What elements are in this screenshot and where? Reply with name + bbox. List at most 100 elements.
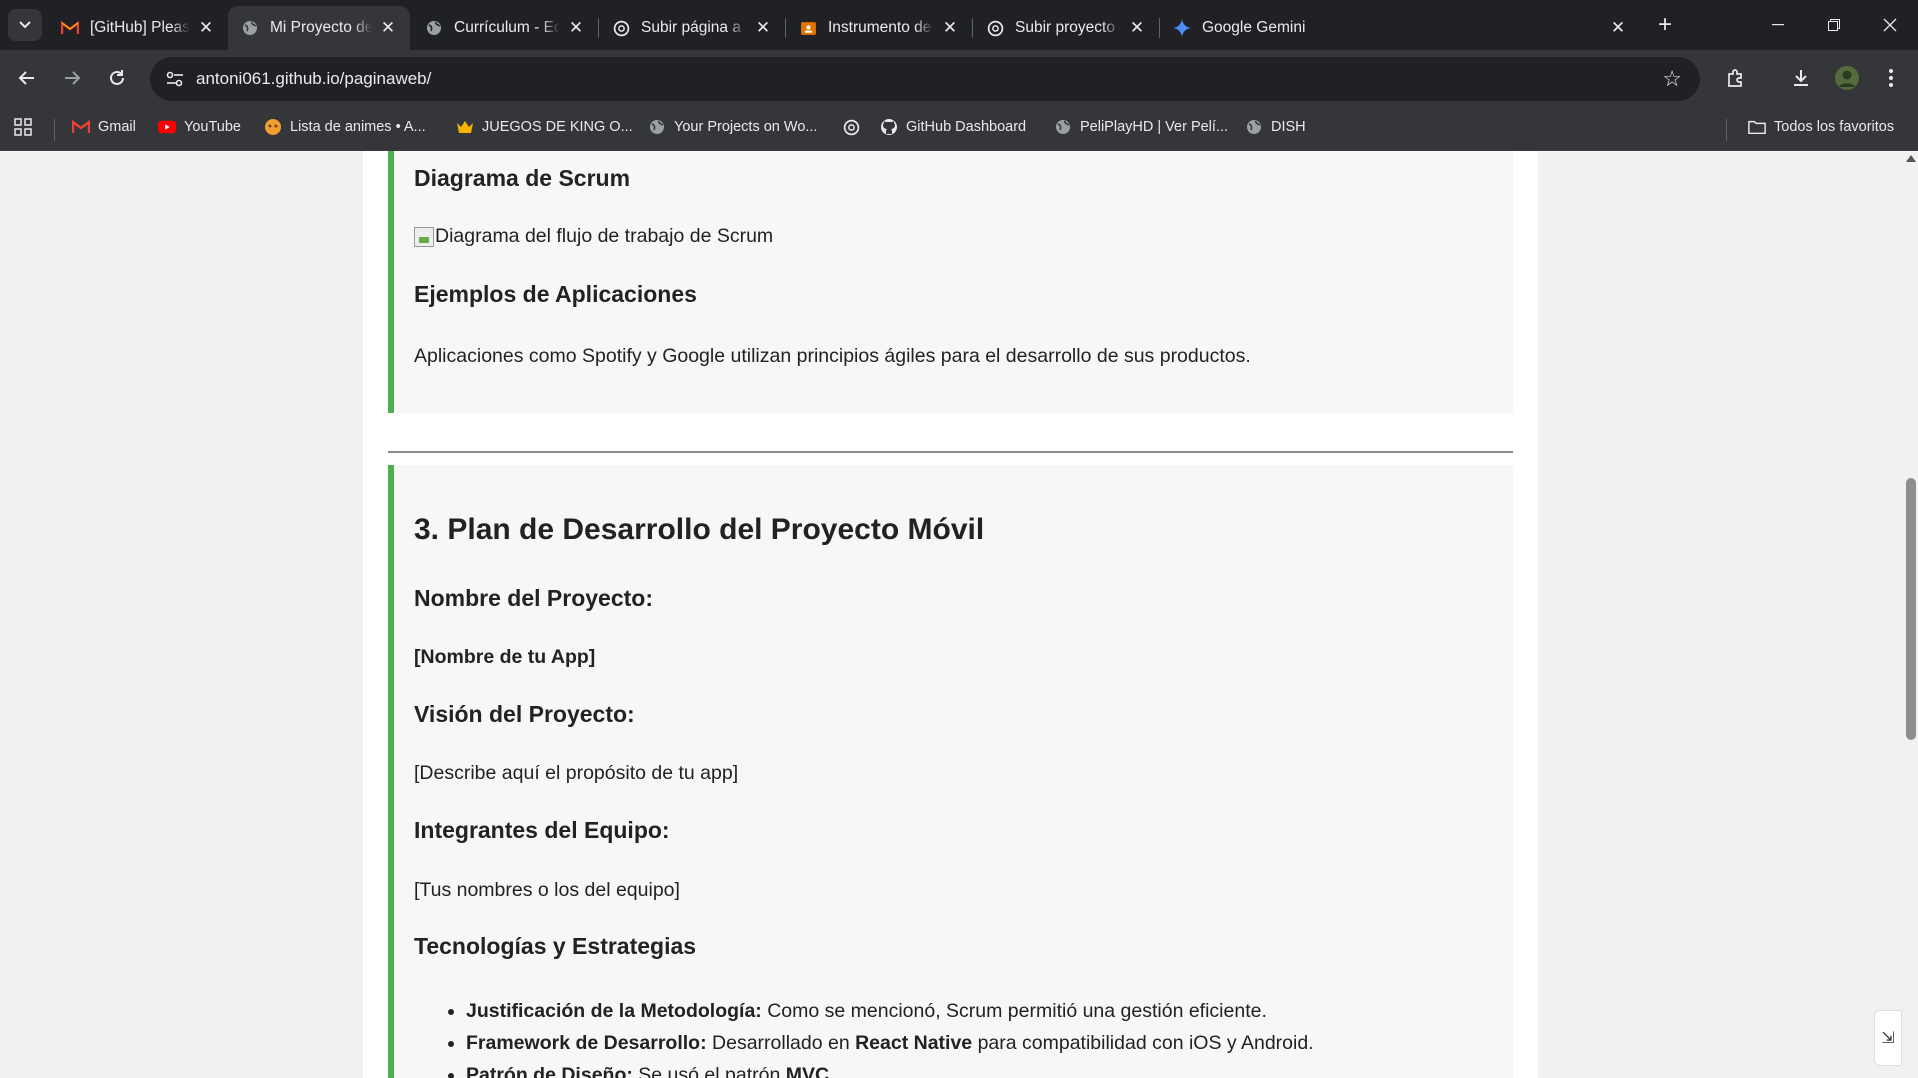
bookmark-animes[interactable]: Lista de animes • A... bbox=[264, 118, 426, 136]
vision-value: [Describe aquí el propósito de tu app] bbox=[414, 762, 739, 784]
tab-subir-pagina[interactable]: Subir página a GitHub ✕ bbox=[599, 6, 785, 50]
side-panel-toggle[interactable]: ⇲ bbox=[1874, 1010, 1902, 1066]
bookmark-label: DISH bbox=[1271, 119, 1306, 135]
tab-title: Instrumento de Evaluación bbox=[828, 19, 934, 36]
tech-list: Justificación de la Metodología: Como se… bbox=[444, 995, 1314, 1078]
list-item: Patrón de Diseño: Se usó el patrón MVC. bbox=[466, 1059, 1314, 1078]
tab-title: Subir proyecto a GitHub bbox=[1015, 19, 1121, 36]
bookmark-label: Your Projects on Wo... bbox=[674, 119, 818, 135]
forward-button[interactable] bbox=[54, 60, 90, 96]
scroll-up-arrow-icon[interactable] bbox=[1906, 155, 1916, 162]
bookmark-label: GitHub Dashboard bbox=[906, 119, 1027, 135]
project-name-heading: Nombre del Proyecto: bbox=[414, 585, 653, 611]
bookmark-projects[interactable]: Your Projects on Wo... bbox=[648, 118, 817, 136]
scrum-diagram-image: Diagrama del flujo de trabajo de Scrum bbox=[414, 225, 773, 248]
close-window-button[interactable] bbox=[1862, 0, 1918, 50]
tech-item-bold: React Native bbox=[855, 1032, 973, 1054]
scrollbar-thumb[interactable] bbox=[1906, 478, 1916, 740]
tab-strip: [GitHub] Please verify your device ✕ Mi … bbox=[0, 0, 1918, 50]
close-icon[interactable]: ✕ bbox=[1608, 18, 1628, 38]
close-icon[interactable]: ✕ bbox=[378, 18, 398, 38]
more-vertical-icon bbox=[1889, 69, 1893, 87]
tab-curriculum[interactable]: Currículum - Eduardo ✕ bbox=[412, 6, 598, 50]
tab-instrumento[interactable]: Instrumento de Evaluación ✕ bbox=[786, 6, 972, 50]
address-bar[interactable]: antoni061.github.io/paginaweb/ ☆ bbox=[150, 57, 1700, 101]
reload-button[interactable] bbox=[99, 60, 135, 96]
tab-title: Google Gemini bbox=[1202, 19, 1306, 36]
content-container: Diagrama de Scrum Diagrama del flujo de … bbox=[363, 151, 1538, 1078]
bookmark-separator bbox=[54, 119, 55, 141]
chevron-down-icon bbox=[19, 21, 31, 29]
minimize-icon bbox=[1772, 24, 1784, 26]
site-settings-icon[interactable] bbox=[160, 64, 190, 94]
close-icon[interactable]: ✕ bbox=[940, 18, 960, 38]
team-heading: Integrantes del Equipo: bbox=[414, 817, 670, 843]
globe-icon bbox=[424, 18, 444, 38]
tech-item-text: Se usó el patrón bbox=[632, 1064, 786, 1078]
extensions-button[interactable] bbox=[1718, 60, 1754, 96]
tab-title: Subir página a GitHub bbox=[641, 19, 747, 36]
tab-title: Mi Proyecto de Aplicaciones bbox=[270, 19, 372, 36]
restore-button[interactable] bbox=[1806, 0, 1862, 50]
folder-icon bbox=[1748, 118, 1766, 136]
gemini-icon bbox=[1172, 18, 1192, 38]
downloads-button[interactable] bbox=[1783, 60, 1819, 96]
restore-icon bbox=[1828, 19, 1840, 31]
all-bookmarks-button[interactable]: Todos los favoritos bbox=[1748, 118, 1894, 136]
bookmark-gmail[interactable]: Gmail bbox=[72, 118, 136, 136]
list-item: Justificación de la Metodología: Como se… bbox=[466, 995, 1314, 1027]
github-icon bbox=[880, 118, 898, 136]
globe-icon bbox=[240, 18, 260, 38]
bookmark-peliplay[interactable]: PeliPlayHD | Ver Pelí... bbox=[1054, 118, 1228, 136]
close-icon[interactable]: ✕ bbox=[196, 18, 216, 38]
tech-item-text: Desarrollado en bbox=[706, 1032, 856, 1054]
page-scrollbar[interactable] bbox=[1903, 151, 1918, 1078]
new-tab-button[interactable]: + bbox=[1650, 10, 1680, 40]
bookmark-label: Lista de animes • A... bbox=[290, 119, 426, 135]
tab-mi-proyecto[interactable]: Mi Proyecto de Aplicaciones ✕ bbox=[228, 6, 410, 50]
bookmark-openai[interactable] bbox=[842, 118, 868, 136]
bookmark-dish[interactable]: DISH bbox=[1245, 118, 1306, 136]
anime-icon bbox=[264, 118, 282, 136]
vision-heading: Visión del Proyecto: bbox=[414, 701, 635, 727]
bookmark-star-icon[interactable]: ☆ bbox=[1662, 66, 1682, 92]
tab-title: [GitHub] Please verify your device bbox=[90, 19, 190, 36]
tech-item-bold: MVC bbox=[785, 1064, 830, 1078]
classroom-icon bbox=[798, 18, 818, 38]
bookmark-label: PeliPlayHD | Ver Pelí... bbox=[1080, 119, 1229, 135]
bookmark-label: JUEGOS DE KING O... bbox=[482, 119, 633, 135]
minimize-button[interactable] bbox=[1750, 0, 1806, 50]
tech-item-tail: para compatibilidad con iOS y Android. bbox=[972, 1032, 1314, 1054]
plan-title: 3. Plan de Desarrollo del Proyecto Móvil bbox=[414, 513, 985, 546]
close-icon[interactable]: ✕ bbox=[1127, 18, 1147, 38]
page-viewport: Diagrama de Scrum Diagrama del flujo de … bbox=[0, 151, 1903, 1078]
gmail-icon bbox=[60, 18, 80, 38]
globe-icon bbox=[1054, 118, 1072, 136]
tab-google-gemini[interactable]: Google Gemini ✕ bbox=[1160, 6, 1640, 50]
globe-icon bbox=[648, 118, 666, 136]
profile-avatar[interactable] bbox=[1829, 60, 1865, 96]
reload-icon bbox=[110, 70, 124, 85]
bookmark-youtube[interactable]: YouTube bbox=[158, 118, 241, 136]
arrow-left-icon bbox=[18, 71, 34, 85]
arrow-right-icon bbox=[65, 71, 81, 85]
close-icon[interactable]: ✕ bbox=[566, 18, 586, 38]
tab-github-verify[interactable]: [GitHub] Please verify your device ✕ bbox=[48, 6, 228, 50]
openai-icon bbox=[611, 18, 631, 38]
sidebar-icon: ⇲ bbox=[1881, 1030, 1895, 1047]
url-text: antoni061.github.io/paginaweb/ bbox=[196, 69, 432, 88]
apps-button[interactable] bbox=[14, 118, 32, 136]
openai-icon bbox=[842, 118, 860, 136]
openai-icon bbox=[985, 18, 1005, 38]
section-scrum: Diagrama de Scrum Diagrama del flujo de … bbox=[388, 151, 1513, 413]
bookmark-juegos[interactable]: JUEGOS DE KING O... bbox=[456, 118, 633, 136]
tab-subir-proyecto[interactable]: Subir proyecto a GitHub ✕ bbox=[973, 6, 1159, 50]
tab-search-button[interactable] bbox=[8, 9, 42, 41]
bookmark-github[interactable]: GitHub Dashboard bbox=[880, 118, 1026, 136]
tech-item-label: Justificación de la Metodología: bbox=[466, 1000, 762, 1022]
back-button[interactable] bbox=[9, 60, 45, 96]
menu-button[interactable] bbox=[1873, 60, 1909, 96]
section-divider bbox=[388, 451, 1513, 453]
bookmarks-bar: Gmail YouTube Lista de animes • A... JUE… bbox=[0, 107, 1918, 151]
close-icon[interactable]: ✕ bbox=[753, 18, 773, 38]
